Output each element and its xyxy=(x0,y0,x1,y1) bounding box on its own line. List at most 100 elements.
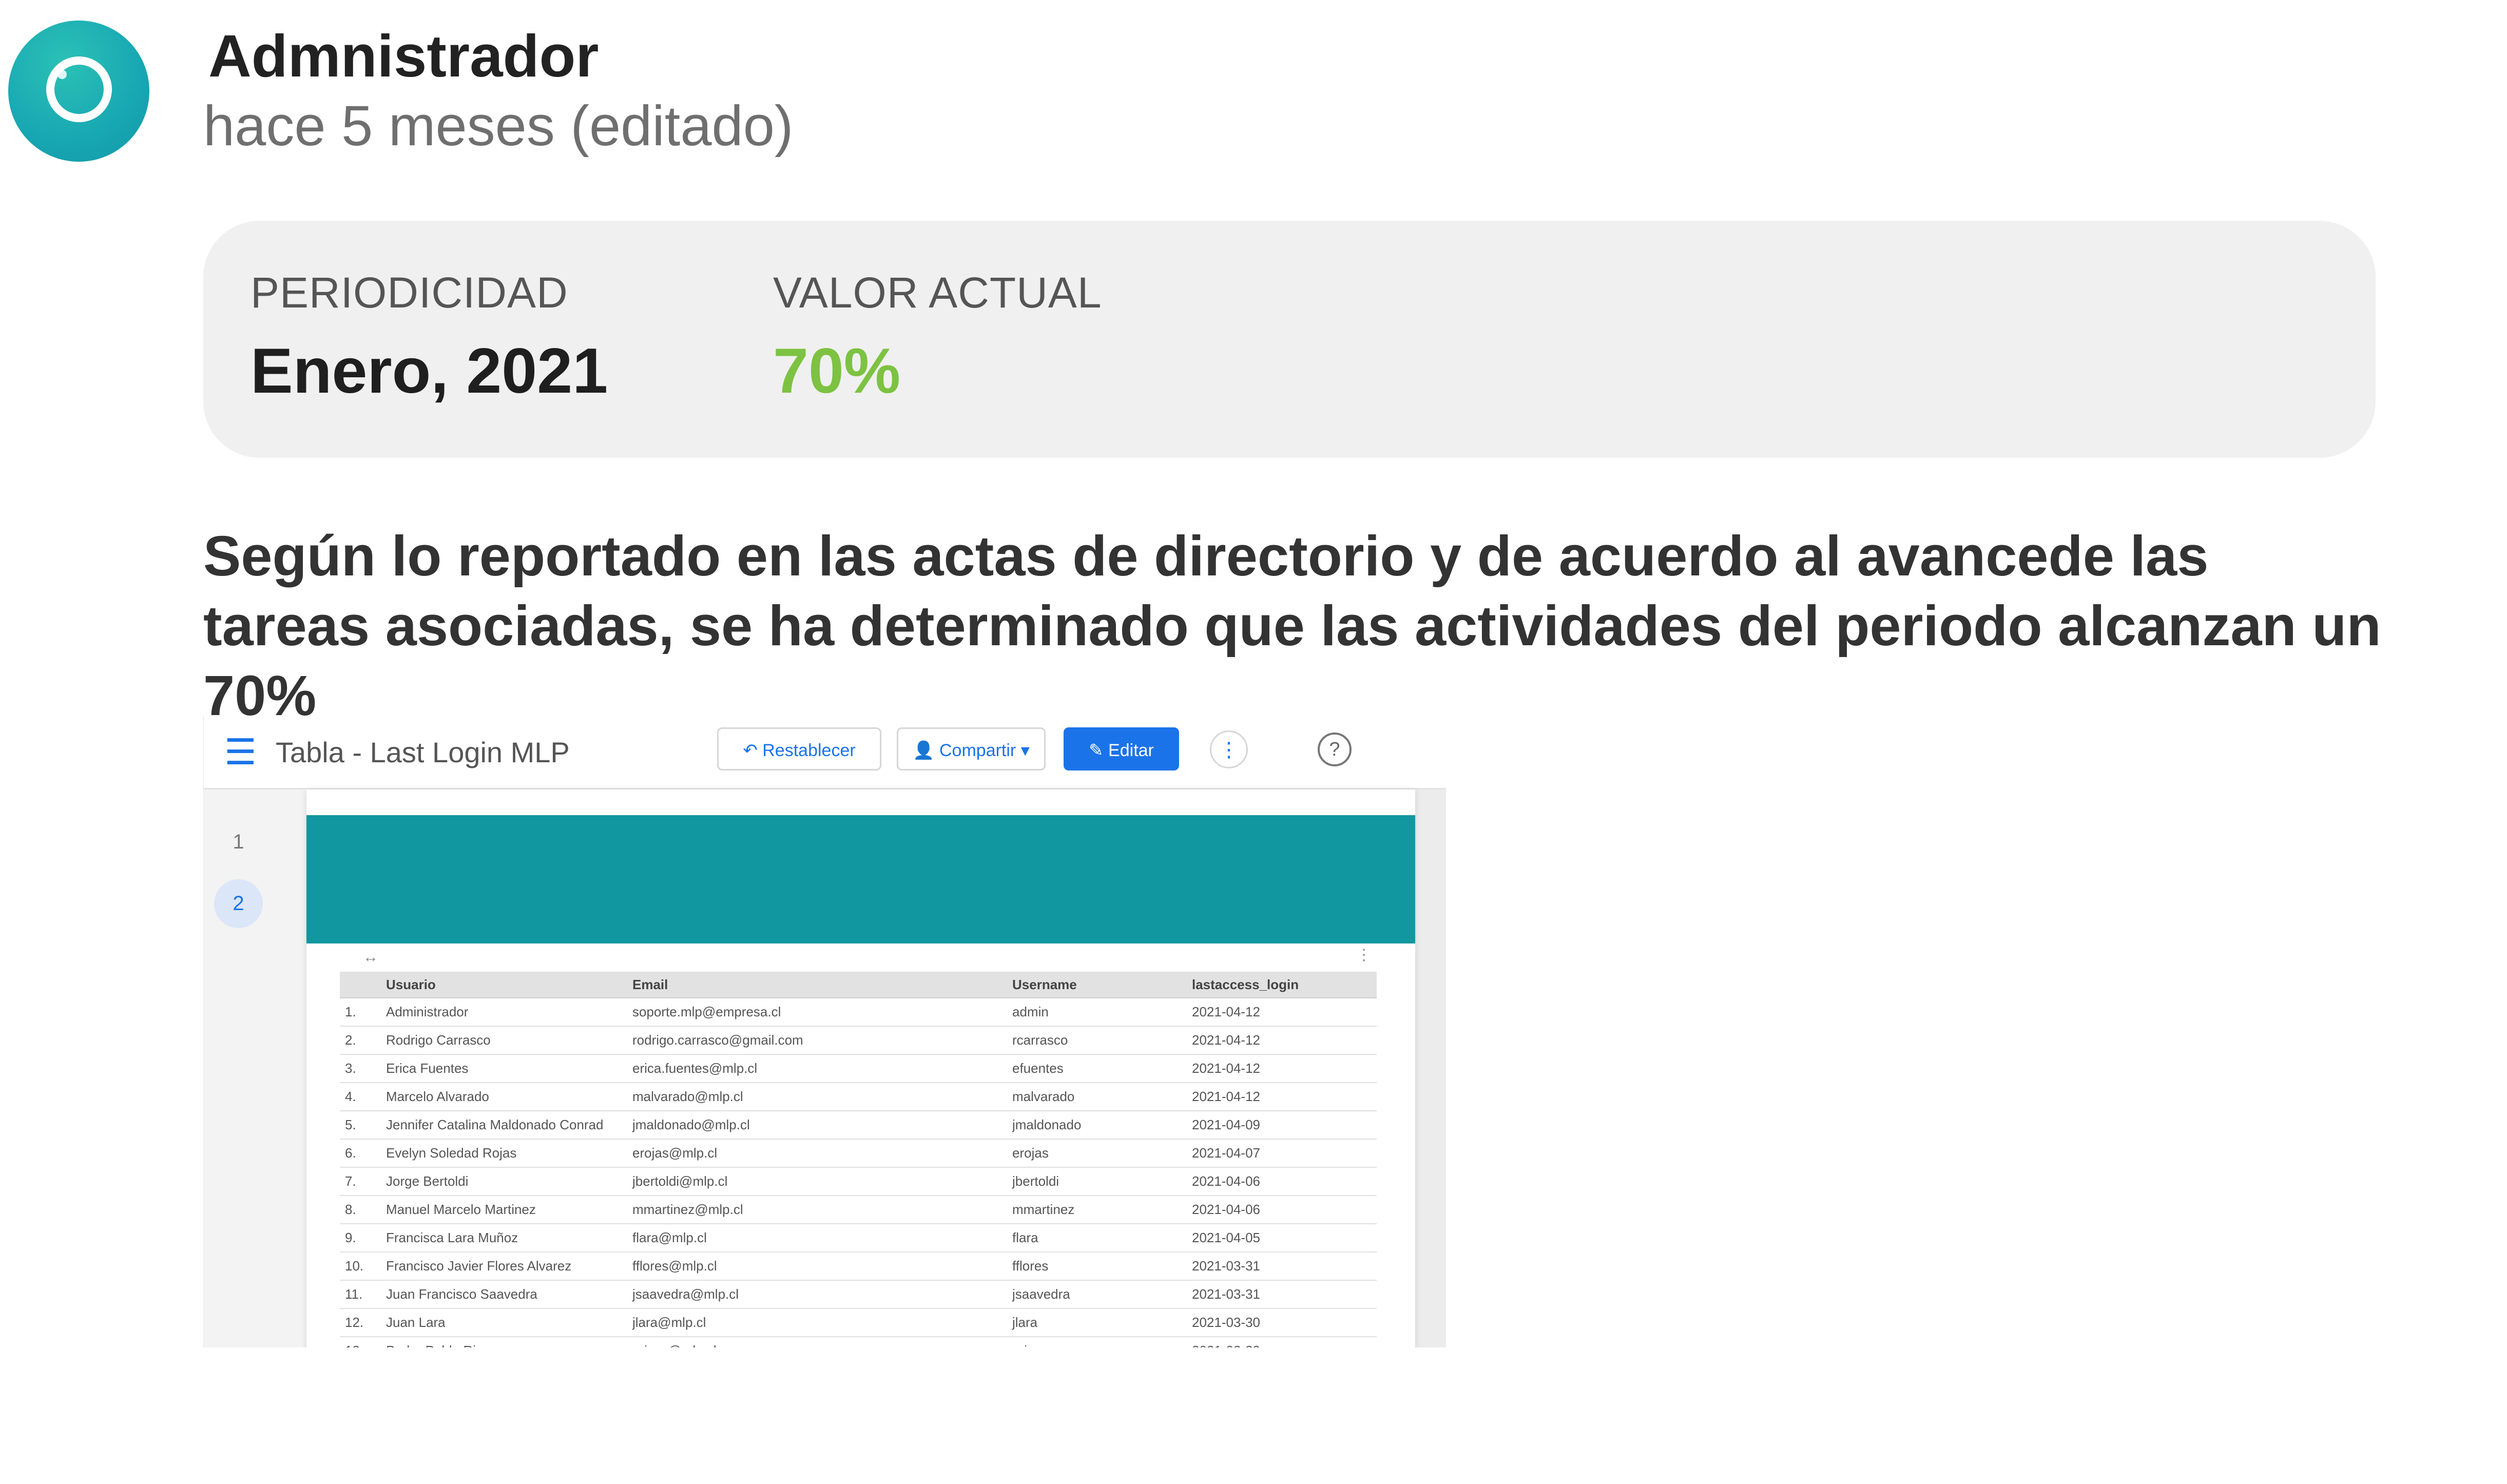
current-value-label: VALOR ACTUAL xyxy=(773,268,1102,317)
cell-usuario: Juan Lara xyxy=(381,1308,627,1337)
cell-username: privas xyxy=(1007,1337,1187,1347)
undo-icon: ↶ xyxy=(743,741,763,760)
table-row: 5. Jennifer Catalina Maldonado Conrad jmal… xyxy=(340,1111,1377,1140)
cell-last-login: 2021-03-31 xyxy=(1187,1252,1377,1281)
more-options-icon[interactable]: ⋮ xyxy=(1210,730,1248,768)
cell-last-login: 2021-03-30 xyxy=(1187,1308,1377,1337)
cell-usuario: Evelyn Soledad Rojas xyxy=(381,1139,627,1168)
cell-index: 2. xyxy=(340,1026,381,1055)
cell-usuario: Administrador xyxy=(381,998,627,1027)
cell-email: jmaldonado@mlp.cl xyxy=(627,1111,1007,1140)
table-row: 13.Pedro Pablo Rivasprivas@mlp.clprivas2… xyxy=(340,1337,1377,1347)
looker-studio-icon: ☰ xyxy=(224,732,257,772)
cell-index: 13. xyxy=(340,1337,381,1347)
page-navigator: 1 2 xyxy=(204,789,306,1347)
cell-last-login: 2021-04-12 xyxy=(1187,1054,1377,1083)
report-page: ↔ ⋮ Usuario Email Username lastaccess_lo… xyxy=(306,789,1415,1347)
author-name[interactable]: Admnistrador xyxy=(208,22,599,90)
table-row: 3. Erica Fuentes erica.fuentes@mlp.cl efuen… xyxy=(340,1054,1377,1083)
cell-index: 11. xyxy=(340,1280,381,1309)
cell-index: 6. xyxy=(340,1139,381,1168)
post-timestamp: hace 5 meses (editado) xyxy=(203,94,794,158)
cell-index: 3. xyxy=(340,1054,381,1083)
cell-usuario: Francisco Javier Flores Alvarez xyxy=(381,1252,627,1281)
cell-email: jbertoldi@mlp.cl xyxy=(627,1167,1007,1196)
table-row: 1. Administrador soporte.mlp@empresa.cl adm… xyxy=(340,998,1377,1027)
cell-usuario: Jennifer Catalina Maldonado Conrad xyxy=(381,1111,627,1140)
share-button-label: Compartir xyxy=(939,741,1016,760)
cell-index: 8. xyxy=(340,1196,381,1224)
cell-last-login: 2021-04-06 xyxy=(1187,1196,1377,1224)
cell-email: privas@mlp.cl xyxy=(627,1337,1007,1347)
cell-last-login: 2021-04-05 xyxy=(1187,1224,1377,1252)
period-column: PERIODICIDAD Enero, 2021 xyxy=(250,268,608,407)
cell-usuario: Marcelo Alvarado xyxy=(381,1083,627,1111)
table-row: 11. Juan Francisco Saavedra jsaavedra@mlp.… xyxy=(340,1280,1377,1309)
cell-index: 7. xyxy=(340,1167,381,1196)
period-label: PERIODICIDAD xyxy=(250,268,568,317)
cell-username: admin xyxy=(1007,998,1187,1027)
period-value: Enero, 2021 xyxy=(250,336,608,407)
cell-username: mmartinez xyxy=(1007,1196,1187,1224)
column-header-email[interactable]: Email xyxy=(627,972,1007,998)
table-body: 1. Administrador soporte.mlp@empresa.cl adm… xyxy=(340,998,1377,1347)
current-value: 70% xyxy=(773,336,901,407)
cell-index: 10. xyxy=(340,1252,381,1281)
table-row: 7. Jorge Bertoldi jbertoldi@mlp.cl jbertold… xyxy=(340,1167,1377,1196)
cell-username: efuentes xyxy=(1007,1054,1187,1083)
cell-email: mmartinez@mlp.cl xyxy=(627,1196,1007,1224)
column-header-username[interactable]: Username xyxy=(1007,972,1187,998)
table-header-row: Usuario Email Username lastaccess_login xyxy=(340,972,1377,998)
cell-last-login: 2021-04-12 xyxy=(1187,1083,1377,1111)
table-row: 4. Marcelo Alvarado malvarado@mlp.cl malvar… xyxy=(340,1083,1377,1111)
table-menu-icon[interactable]: ⋮ xyxy=(1356,946,1372,964)
attachment-screenshot[interactable]: ☰ Tabla - Last Login MLP ↶ Restablecer 👤… xyxy=(203,716,1446,1347)
add-person-icon: 👤 xyxy=(913,741,939,760)
edit-button[interactable]: ✎ Editar xyxy=(1064,727,1179,770)
cell-username: jlara xyxy=(1007,1308,1187,1337)
cell-last-login: 2021-04-06 xyxy=(1187,1167,1377,1196)
cell-usuario: Francisca Lara Muñoz xyxy=(381,1224,627,1252)
page-1-button[interactable]: 1 xyxy=(214,818,263,866)
cell-email: jsaavedra@mlp.cl xyxy=(627,1280,1007,1309)
cell-username: fflores xyxy=(1007,1252,1187,1281)
cell-email: rodrigo.carrasco@gmail.com xyxy=(627,1026,1007,1055)
column-header-usuario[interactable]: Usuario xyxy=(381,972,627,998)
cell-index: 5. xyxy=(340,1111,381,1140)
cell-username: malvarado xyxy=(1007,1083,1187,1111)
cell-last-login: 2021-03-31 xyxy=(1187,1280,1377,1309)
report-header-banner xyxy=(306,815,1415,943)
cell-index: 1. xyxy=(340,998,381,1027)
cell-usuario: Juan Francisco Saavedra xyxy=(381,1280,627,1309)
author-avatar[interactable] xyxy=(8,21,149,162)
reset-button-label: Restablecer xyxy=(762,741,856,760)
pencil-icon: ✎ xyxy=(1089,741,1109,760)
cell-last-login: 2021-04-07 xyxy=(1187,1139,1377,1168)
share-dropdown-icon[interactable]: ▾ xyxy=(1021,741,1030,760)
page-2-button[interactable]: 2 xyxy=(214,879,263,928)
cell-last-login: 2021-03-29 xyxy=(1187,1337,1377,1347)
edit-button-label: Editar xyxy=(1108,741,1154,760)
cell-email: flara@mlp.cl xyxy=(627,1224,1007,1252)
help-icon[interactable]: ? xyxy=(1318,733,1352,766)
column-header-last-login[interactable]: lastaccess_login xyxy=(1187,972,1377,998)
cell-email: fflores@mlp.cl xyxy=(627,1252,1007,1281)
cell-username: jsaavedra xyxy=(1007,1280,1187,1309)
cell-usuario: Manuel Marcelo Martinez xyxy=(381,1196,627,1224)
table-row: 8. Manuel Marcelo Martinez mmartinez@mlp.c… xyxy=(340,1196,1377,1224)
cell-email: soporte.mlp@empresa.cl xyxy=(627,998,1007,1027)
table-row: 12. Juan Lara jlara@mlp.cl jlara 2021-03-30 xyxy=(340,1308,1377,1337)
share-button[interactable]: 👤 Compartir ▾ xyxy=(897,727,1046,770)
expand-icon[interactable]: ↔ xyxy=(363,949,378,966)
cell-username: jmaldonado xyxy=(1007,1111,1187,1140)
report-title: Tabla - Last Login MLP xyxy=(276,736,570,768)
table-row: 10. Francisco Javier Flores Alvarez fflore… xyxy=(340,1252,1377,1281)
post-description: Según lo reportado en las actas de direc… xyxy=(203,525,2381,727)
cell-username: rcarrasco xyxy=(1007,1026,1187,1055)
data-table-container: Usuario Email Username lastaccess_login … xyxy=(340,972,1377,1347)
cell-username: erojas xyxy=(1007,1139,1187,1168)
reset-button[interactable]: ↶ Restablecer xyxy=(717,727,881,770)
cell-last-login: 2021-04-12 xyxy=(1187,1026,1377,1055)
camera-lens-icon xyxy=(46,56,112,122)
column-header-index xyxy=(340,972,381,998)
